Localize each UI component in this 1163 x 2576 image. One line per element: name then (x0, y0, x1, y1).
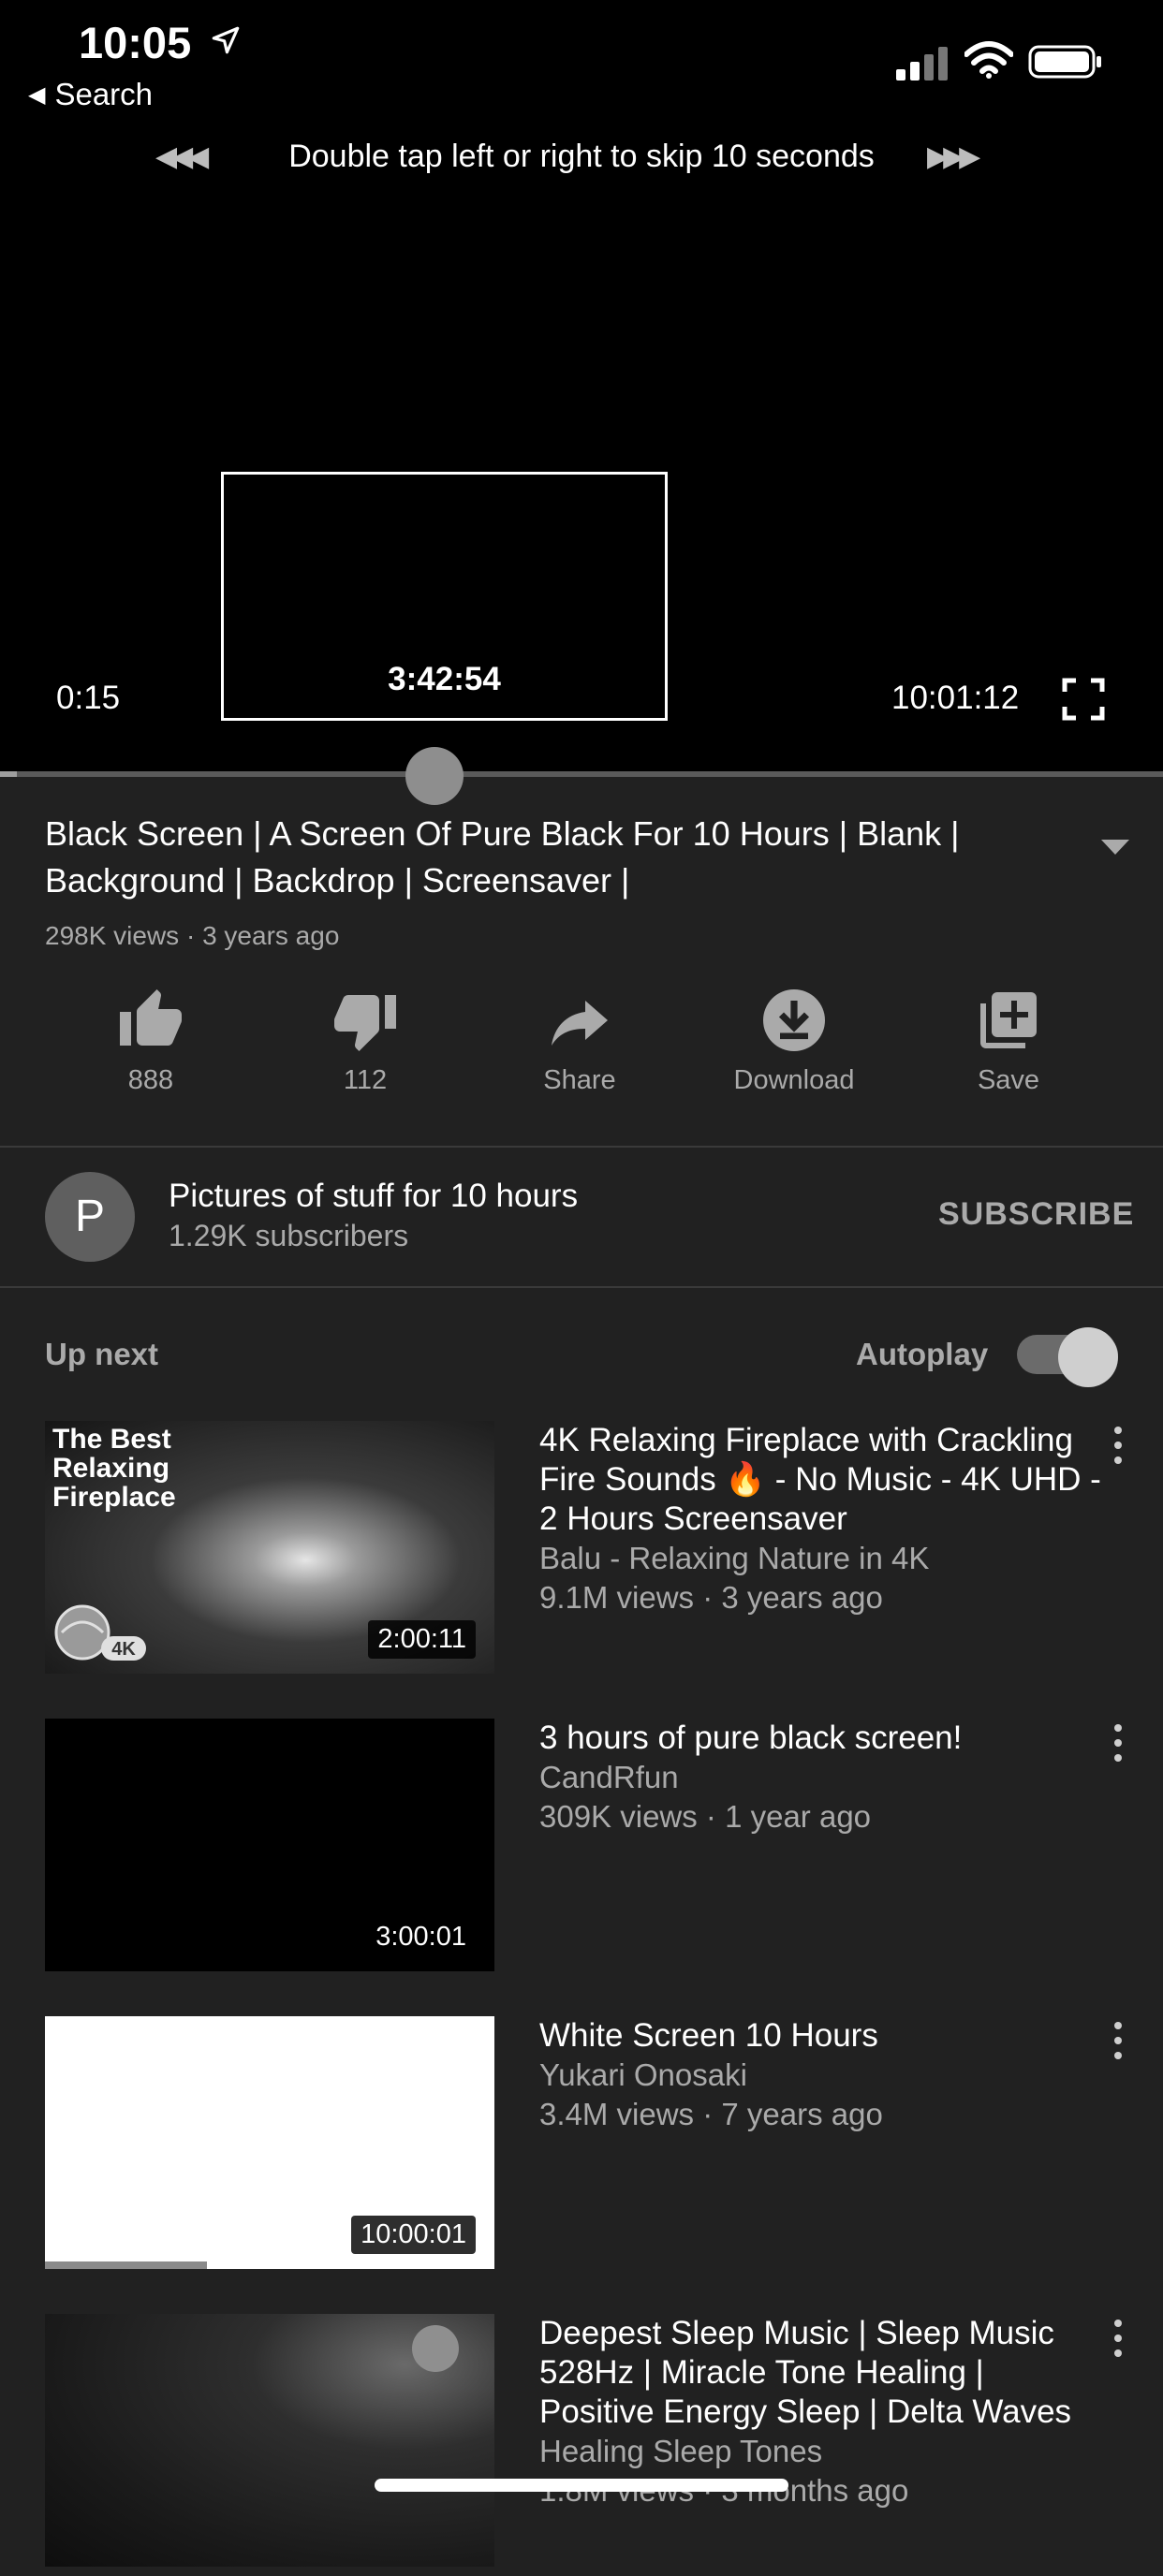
home-indicator[interactable] (375, 2479, 788, 2492)
like-count: 888 (127, 1065, 174, 1095)
recommendation-title: White Screen 10 Hours (539, 2017, 878, 2054)
location-arrow-icon (212, 26, 240, 54)
recommendation-item[interactable]: 3:00:01 3 hours of pure black screen! Ca… (0, 1719, 1163, 1981)
back-search-label: Search (54, 77, 154, 111)
recommendation-channel: Healing Sleep Tones (539, 2434, 823, 2468)
cellular-signal-icon (896, 47, 948, 80)
video-title[interactable]: Black Screen | A Screen Of Pure Black Fo… (45, 811, 981, 904)
share-label: Share (543, 1065, 616, 1095)
skip-forward-icon: ▶▶▶ (927, 141, 980, 172)
divider (0, 1286, 1163, 1288)
recommendation-channel: Yukari Onosaki (539, 2057, 747, 2092)
recommendation-views: 9.1M views · 3 years ago (539, 1580, 883, 1615)
moon-icon (412, 2325, 459, 2372)
progress-track[interactable] (0, 771, 1163, 777)
autoplay-toggle-knob[interactable] (1058, 1327, 1118, 1387)
recommendation-channel: CandRfun (539, 1760, 679, 1794)
channel-avatar[interactable]: P (45, 1172, 135, 1262)
thumbnail-caption: The Best Relaxing Fireplace (52, 1424, 176, 1513)
recommendation-views: 309K views · 1 year ago (539, 1799, 872, 1834)
video-thumbnail[interactable]: The Best Relaxing Fireplace 4K 2:00:11 (45, 1421, 494, 1674)
more-options-icon[interactable] (1107, 1427, 1129, 1473)
recommendation-title: Deepest Sleep Music | Sleep Music 528Hz … (539, 2315, 1072, 2430)
skip-hint-text: Double tap left or right to skip 10 seco… (288, 139, 875, 174)
video-thumbnail[interactable] (45, 2314, 494, 2567)
back-to-search-link[interactable]: ◀ Search (28, 77, 153, 112)
svg-text:4K: 4K (111, 1639, 136, 1660)
thumbs-down-icon (334, 995, 396, 1051)
channel-name[interactable]: Pictures of stuff for 10 hours (169, 1178, 578, 1215)
more-options-icon[interactable] (1107, 2320, 1129, 2366)
video-duration: 2:00:11 (368, 1620, 476, 1659)
recommendation-channel: Balu - Relaxing Nature in 4K (539, 1541, 930, 1575)
recommendation-text[interactable]: 3 hours of pure black screen! CandRfun 3… (539, 1719, 1101, 1837)
thumbs-up-icon (120, 989, 182, 1046)
video-duration: 10:00:01 (351, 2216, 476, 2254)
video-thumbnail[interactable]: 10:00:01 (45, 2016, 494, 2269)
recommendation-item[interactable]: Deepest Sleep Music | Sleep Music 528Hz … (0, 2314, 1163, 2576)
like-button[interactable]: 888 (57, 987, 244, 1096)
recommendation-title: 3 hours of pure black screen! (539, 1720, 963, 1756)
add-to-playlist-icon (980, 992, 1037, 1048)
recommendation-item[interactable]: The Best Relaxing Fireplace 4K 2:00:11 4… (0, 1421, 1163, 1683)
recommendation-item[interactable]: 10:00:01 White Screen 10 Hours Yukari On… (0, 2016, 1163, 2278)
current-time: 0:15 (56, 680, 121, 716)
more-options-icon[interactable] (1107, 2022, 1129, 2069)
recommendation-text[interactable]: 4K Relaxing Fireplace with Crackling Fir… (539, 1421, 1101, 1617)
dislike-button[interactable]: 112 (272, 987, 459, 1096)
download-button[interactable]: Download (700, 987, 888, 1096)
back-triangle-icon: ◀ (28, 82, 46, 108)
video-duration: 3:00:01 (366, 1918, 476, 1956)
save-button[interactable]: Save (915, 987, 1102, 1096)
recommendation-text[interactable]: White Screen 10 Hours Yukari Onosaki 3.4… (539, 2016, 1101, 2134)
recommendation-title: 4K Relaxing Fireplace with Crackling Fir… (539, 1422, 1101, 1537)
video-thumbnail[interactable]: 3:00:01 (45, 1719, 494, 1971)
battery-icon (1028, 45, 1101, 79)
download-label: Download (733, 1065, 855, 1095)
dislike-count: 112 (343, 1065, 388, 1095)
wifi-icon (964, 41, 1013, 79)
channel-4k-logo-icon: 4K (54, 1604, 146, 1661)
channel-subscribers: 1.29K subscribers (169, 1219, 409, 1252)
share-icon (552, 1001, 608, 1046)
expand-description-icon[interactable] (1099, 837, 1131, 857)
divider (0, 1146, 1163, 1148)
save-label: Save (977, 1065, 1040, 1095)
fullscreen-icon[interactable] (1062, 678, 1105, 721)
autoplay-label: Autoplay (856, 1337, 989, 1371)
watched-progress-bar (45, 2261, 207, 2269)
video-meta: 298K views · 3 years ago (45, 921, 340, 950)
scrubber-handle[interactable] (405, 747, 464, 805)
status-time: 10:05 (79, 18, 192, 67)
up-next-heading: Up next (45, 1337, 159, 1371)
download-icon (763, 989, 825, 1051)
total-time: 10:01:12 (891, 680, 1020, 716)
progress-fill (0, 771, 17, 777)
share-button[interactable]: Share (486, 987, 673, 1096)
scrub-preview-time: 3:42:54 (388, 661, 501, 697)
video-player[interactable]: 10:05 ◀ Search ◀◀◀ Double tap left or rig… (0, 0, 1163, 775)
subscribe-button[interactable]: SUBSCRIBE (938, 1196, 1134, 1233)
more-options-icon[interactable] (1107, 1724, 1129, 1771)
recommendation-views: 3.4M views · 7 years ago (539, 2097, 883, 2131)
